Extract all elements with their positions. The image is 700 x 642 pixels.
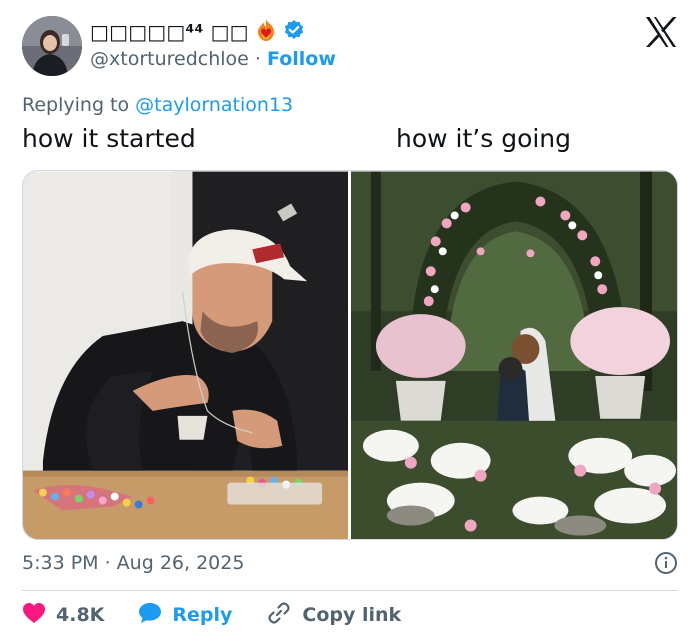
heart-icon <box>22 602 46 629</box>
link-icon <box>266 600 292 631</box>
divider <box>22 590 678 591</box>
handle-separator: · <box>254 48 261 70</box>
info-icon[interactable] <box>654 551 678 575</box>
avatar-image <box>22 16 82 76</box>
author-handle-row: @xtorturedchloe · Follow <box>90 48 336 70</box>
reply-button[interactable]: Reply <box>138 602 232 629</box>
speech-bubble-icon <box>138 602 162 629</box>
replying-prefix: Replying to <box>22 94 136 116</box>
author-name-row: □□□□□⁴⁴ □□ <box>90 18 305 46</box>
replying-to: Replying to @taylornation13 <box>22 94 293 116</box>
like-count: 4.8K <box>56 604 105 626</box>
reply-mention-link[interactable]: @taylornation13 <box>135 94 293 116</box>
like-button[interactable]: 4.8K <box>22 602 104 629</box>
photo-left[interactable] <box>23 171 348 540</box>
author-handle[interactable]: @xtorturedchloe <box>90 48 249 70</box>
caption-right: how it’s going <box>396 124 572 153</box>
caption-left: how it started <box>22 124 196 153</box>
reply-label: Reply <box>172 604 233 626</box>
tweet-actions: 4.8K Reply Copy link <box>22 600 435 630</box>
follow-button[interactable]: Follow <box>267 48 336 70</box>
tweet-timestamp[interactable]: 5:33 PM · Aug 26, 2025 <box>22 552 244 574</box>
heart-on-fire-icon <box>255 18 277 46</box>
verified-badge-icon <box>283 19 305 45</box>
copy-link-label: Copy link <box>302 604 402 626</box>
author-avatar[interactable] <box>22 16 82 76</box>
copy-link-button[interactable]: Copy link <box>266 600 401 631</box>
author-display-name[interactable]: □□□□□⁴⁴ □□ <box>90 20 249 44</box>
tweet-media <box>22 170 678 540</box>
x-logo-icon[interactable] <box>644 16 678 48</box>
photo-right[interactable] <box>351 171 677 540</box>
